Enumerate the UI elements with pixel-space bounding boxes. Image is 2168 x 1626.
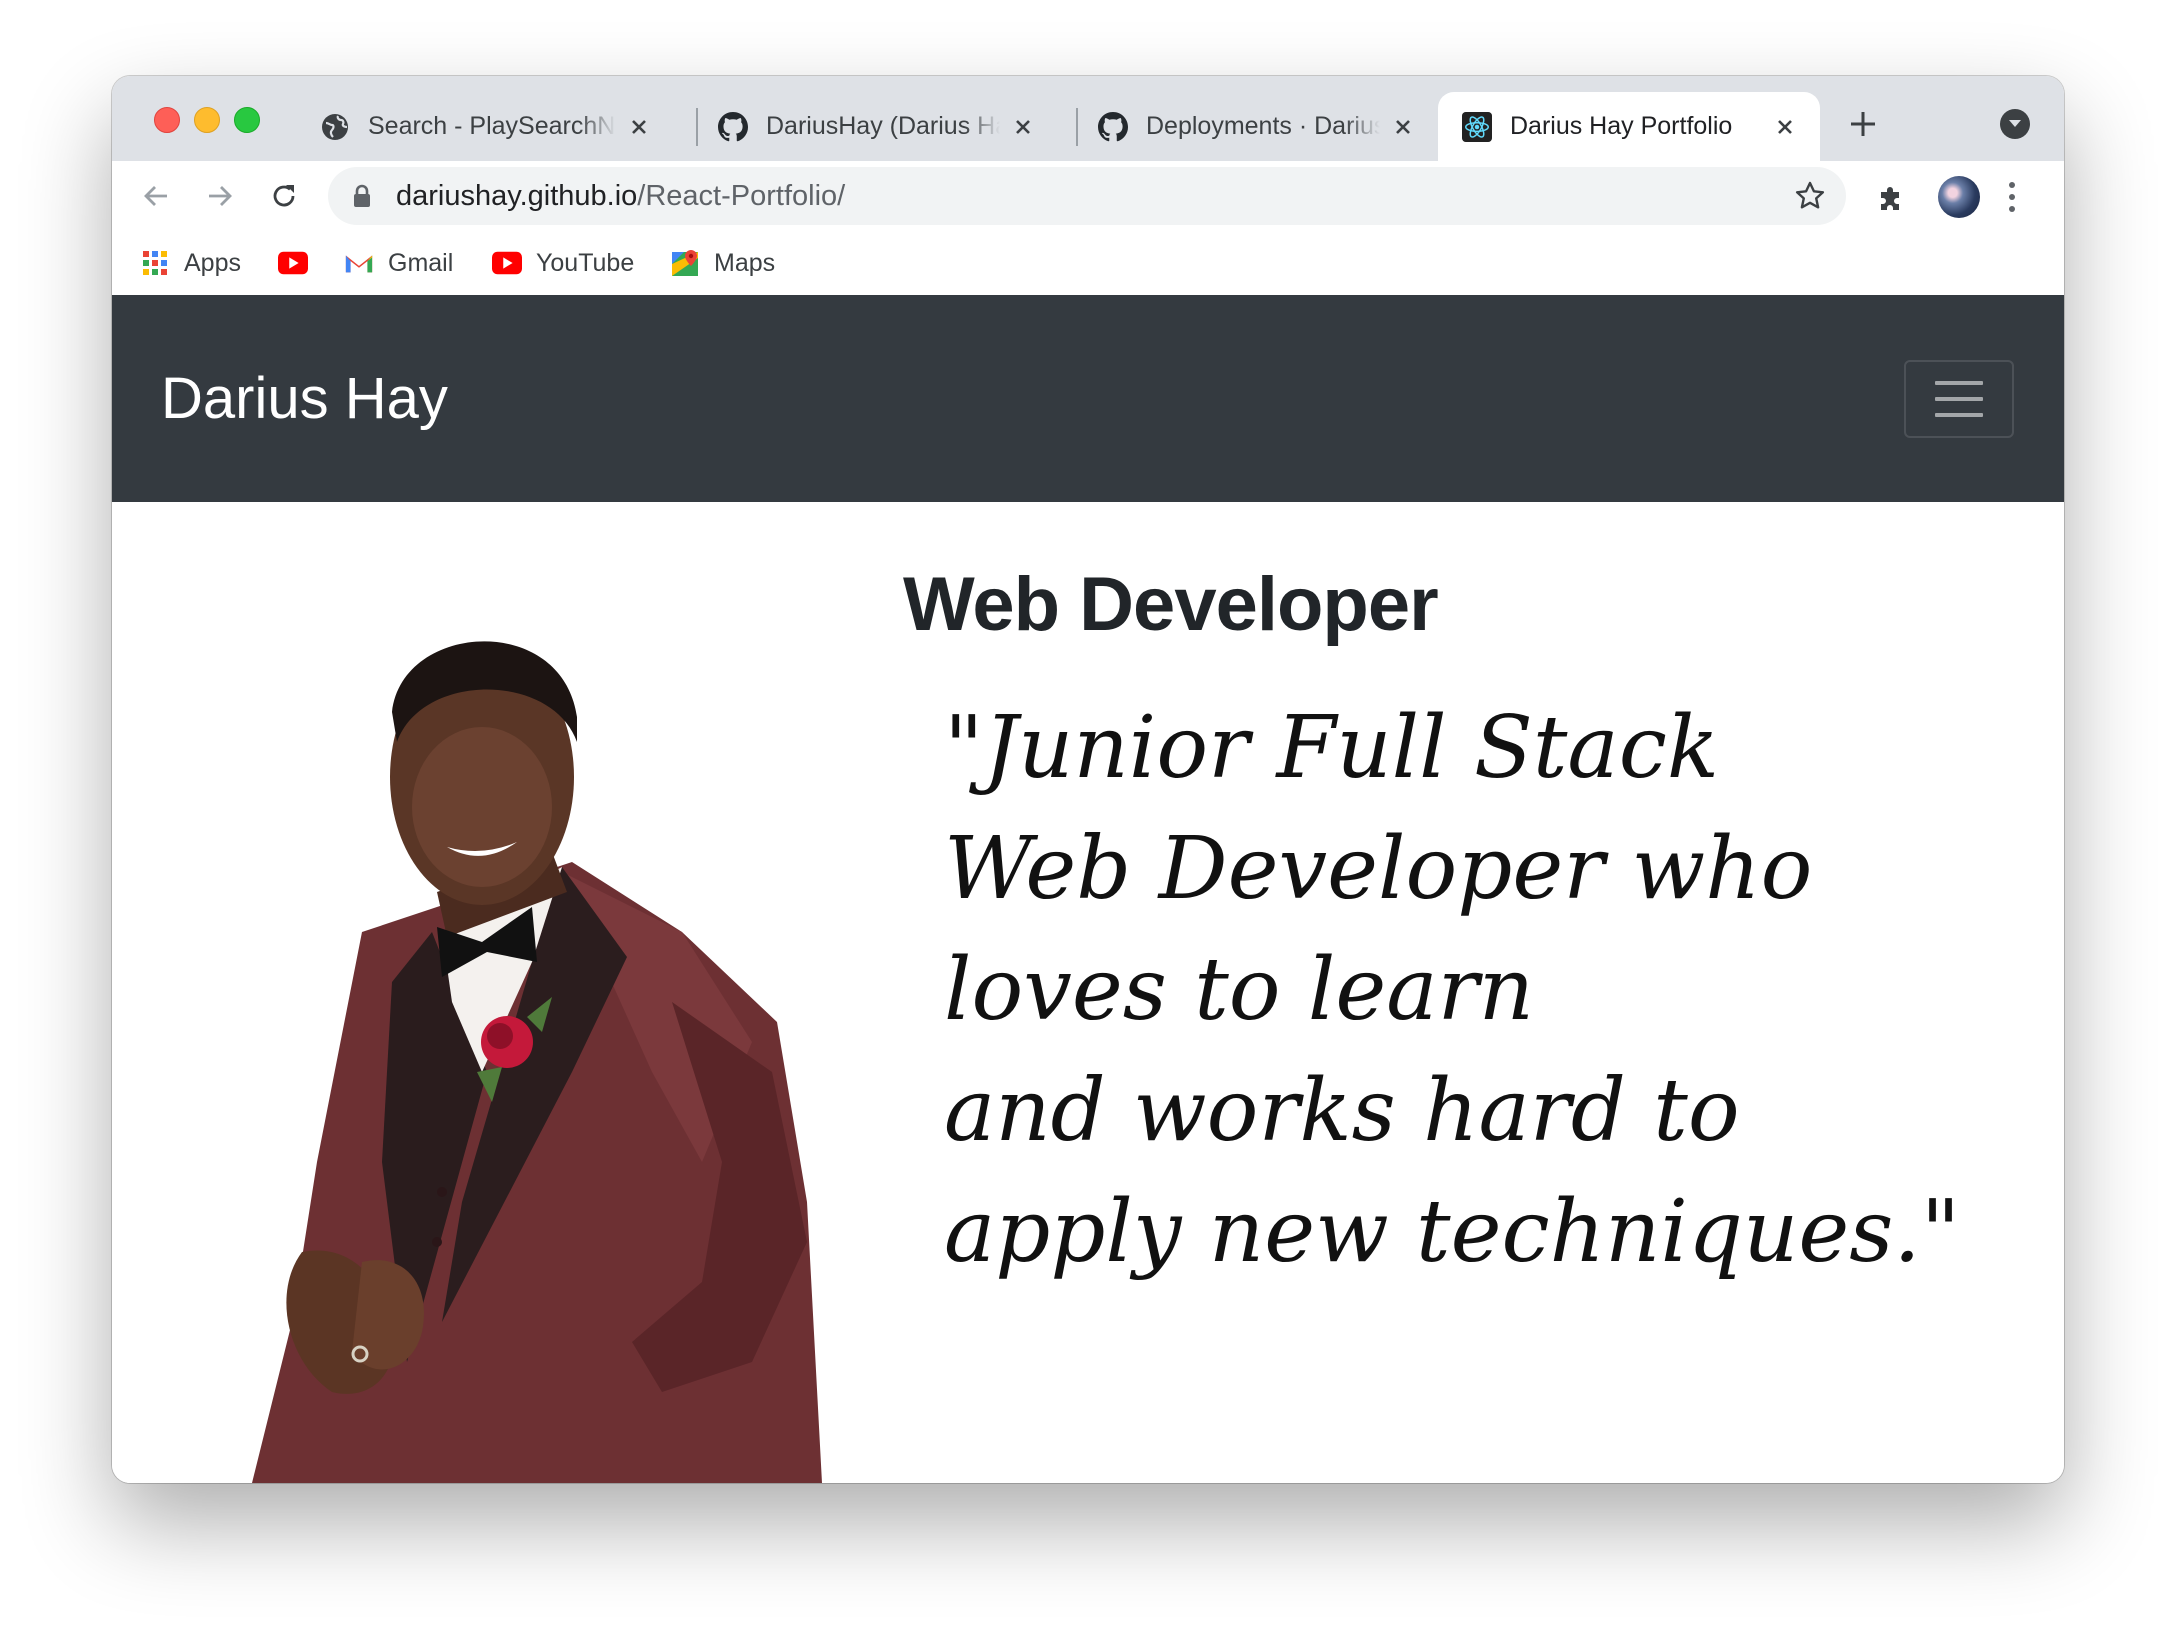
maximize-window-button[interactable] [234,107,260,133]
hero-quote: "Junior Full Stack Web Developer who lov… [944,688,1961,1293]
url-text: dariushay.github.io/React-Portfolio/ [396,180,845,213]
bookmark-label: Maps [714,248,776,277]
new-tab-button[interactable] [1845,106,1881,142]
quote-line: "Junior Full Stack [944,698,1719,798]
react-icon [1462,111,1492,142]
quote-line: loves to learn [944,940,1535,1040]
bookmark-apps[interactable]: Apps [140,243,241,283]
site-brand-link[interactable]: Darius Hay [161,365,448,432]
bookmark-label: Apps [184,248,241,277]
reload-button[interactable] [266,178,302,214]
gmail-icon [344,248,374,278]
forward-button[interactable] [202,178,238,214]
tab-title: DariusHay (Darius Hay [766,112,1000,140]
minimize-window-button[interactable] [194,107,220,133]
bookmark-label: Gmail [388,248,454,277]
tab-github-profile[interactable]: DariusHay (Darius Hay [678,92,1058,161]
address-bar[interactable]: dariushay.github.io/React-Portfolio/ [328,167,1846,225]
bookmark-youtube[interactable]: YouTube [492,243,634,283]
close-window-button[interactable] [154,107,180,133]
close-icon[interactable] [1010,114,1036,140]
back-button[interactable] [138,178,174,214]
bookmark-gmail[interactable]: Gmail [344,243,453,283]
tab-strip: Search - PlaySearchN DariusHay (Darius H… [112,76,2064,161]
tab-search[interactable]: Search - PlaySearchN [298,92,674,161]
maps-icon [670,248,700,278]
tab-title: Search - PlaySearchN [368,112,616,140]
apps-grid-icon [140,248,170,278]
github-icon [718,111,748,142]
bookmark-youtube-shortcut[interactable] [278,243,322,283]
quote-line: apply new techniques." [944,1182,1961,1282]
tab-title: Deployments · DariusH [1146,112,1380,140]
bookmark-maps[interactable]: Maps [670,243,775,283]
youtube-icon [278,248,308,278]
lock-icon[interactable] [352,184,372,213]
more-menu-icon[interactable] [2009,182,2015,218]
hero-heading: Web Developer [903,562,1439,647]
close-icon[interactable] [626,114,652,140]
site-navbar: Darius Hay [112,295,2064,502]
tab-search-button[interactable] [2000,109,2030,139]
url-domain: dariushay.github.io [396,180,638,212]
quote-line: Web Developer who [944,819,1813,919]
url-path: /React-Portfolio/ [637,180,846,212]
quote-line: and works hard to [944,1061,1740,1161]
hero-section: Web Developer "Junior Full Stack Web Dev… [112,502,2064,1483]
portrait-photo [252,641,822,1483]
youtube-icon [492,248,522,278]
browser-window: Search - PlaySearchN DariusHay (Darius H… [112,76,2064,1483]
tab-portfolio[interactable]: Darius Hay Portfolio [1438,92,1820,161]
globe-icon [320,112,350,142]
hamburger-menu-button[interactable] [1904,360,2014,438]
tab-title: Darius Hay Portfolio [1510,112,1733,140]
browser-toolbar: dariushay.github.io/React-Portfolio/ [112,161,2064,231]
github-icon [1098,111,1128,142]
bookmarks-bar: Apps Gmail YouTube Maps [112,231,2064,295]
close-icon[interactable] [1390,114,1416,140]
profile-avatar[interactable] [1938,176,1980,218]
bookmark-label: YouTube [536,248,635,277]
close-icon[interactable] [1772,114,1798,140]
extensions-puzzle-icon[interactable] [1876,183,1906,218]
tab-deployments[interactable]: Deployments · DariusH [1058,92,1438,161]
bookmark-star-icon[interactable] [1794,180,1826,217]
